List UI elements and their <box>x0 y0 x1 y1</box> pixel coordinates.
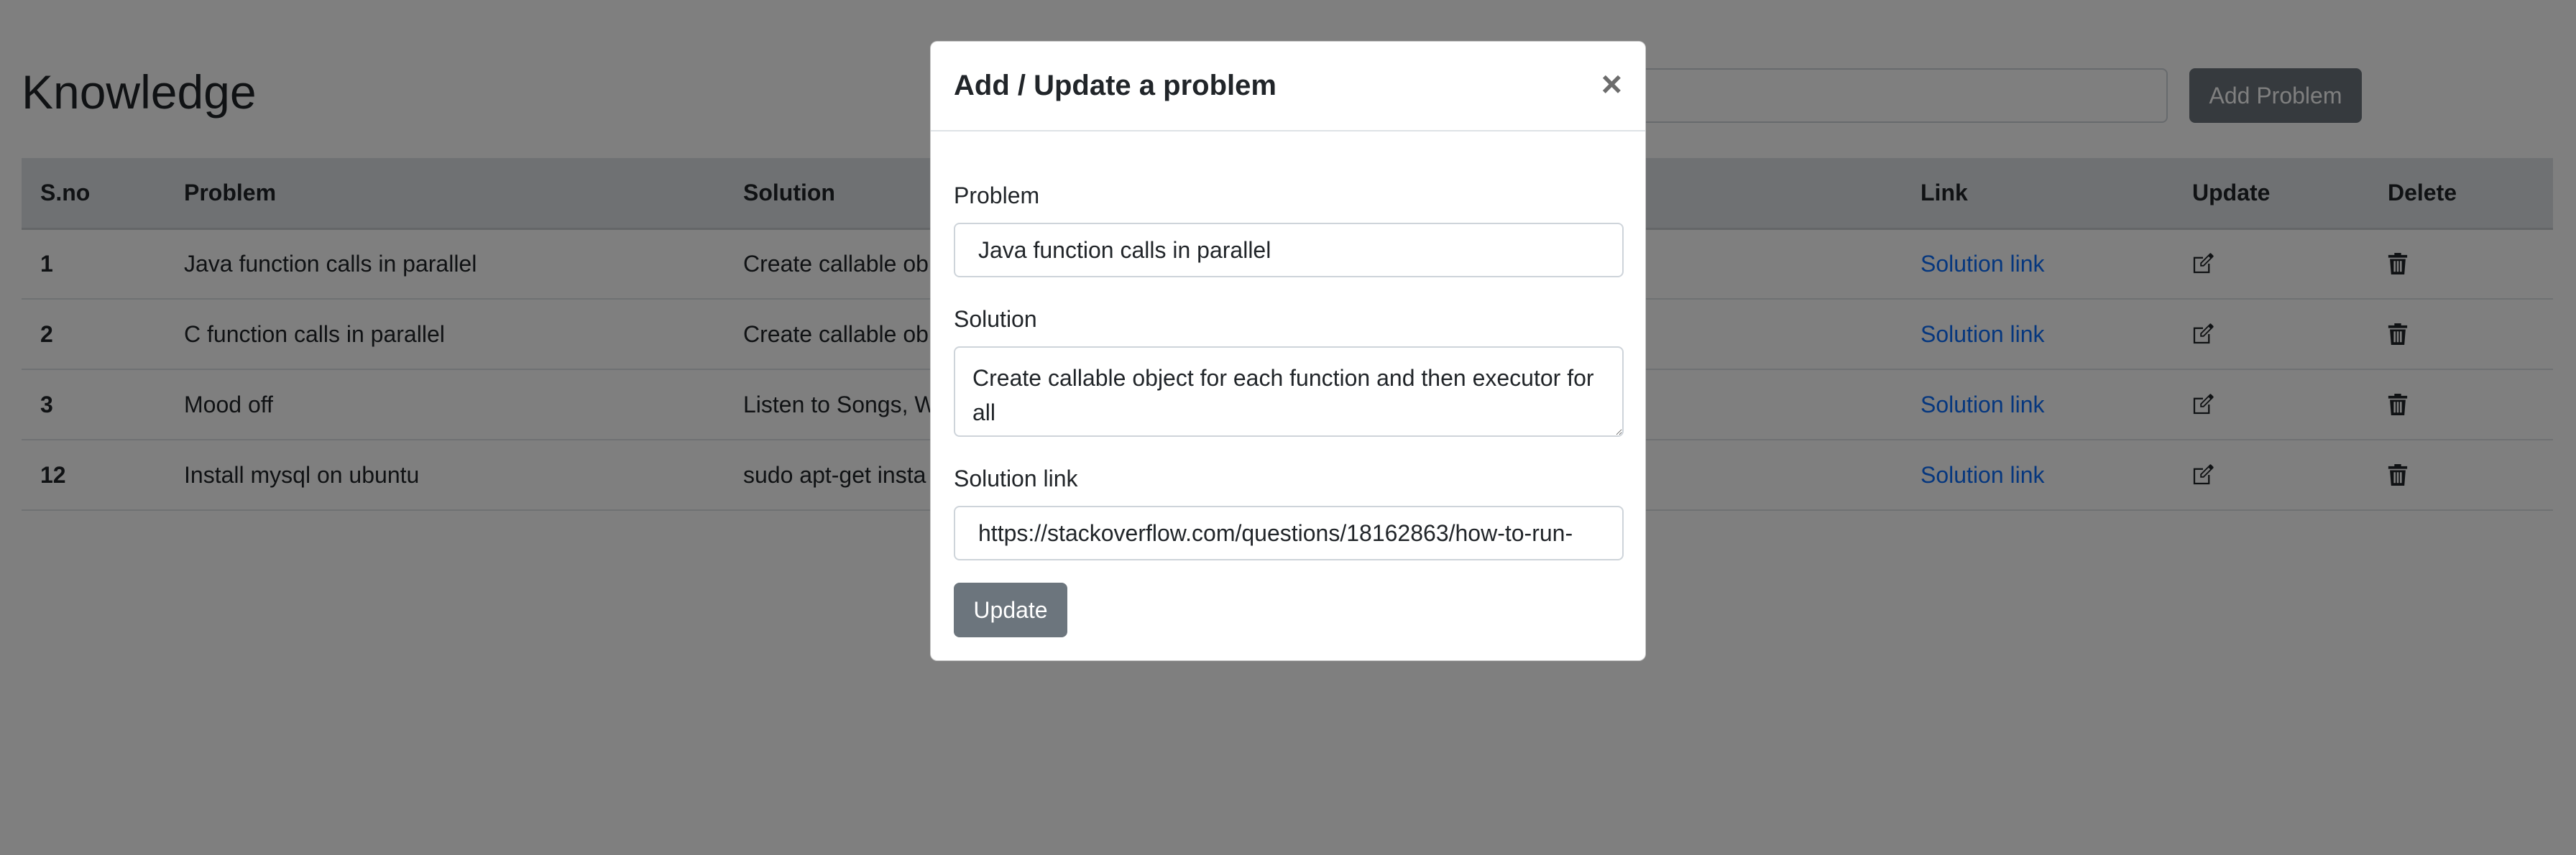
problem-modal: Add / Update a problem × Problem Solutio… <box>930 41 1646 661</box>
update-button[interactable]: Update <box>954 583 1067 637</box>
page: Knowledge Add Problem S.no Problem Solut… <box>0 0 2576 855</box>
solution-textarea[interactable]: Create callable object for each function… <box>954 346 1624 437</box>
problem-label: Problem <box>954 182 1040 208</box>
solution-label: Solution <box>954 306 1037 332</box>
problem-input[interactable] <box>954 223 1624 277</box>
close-button[interactable]: × <box>1601 66 1622 102</box>
solution-link-input[interactable] <box>954 506 1624 560</box>
modal-title: Add / Update a problem <box>954 70 1276 101</box>
solution-link-label: Solution link <box>954 466 1078 491</box>
modal-header: Add / Update a problem × <box>931 42 1645 131</box>
